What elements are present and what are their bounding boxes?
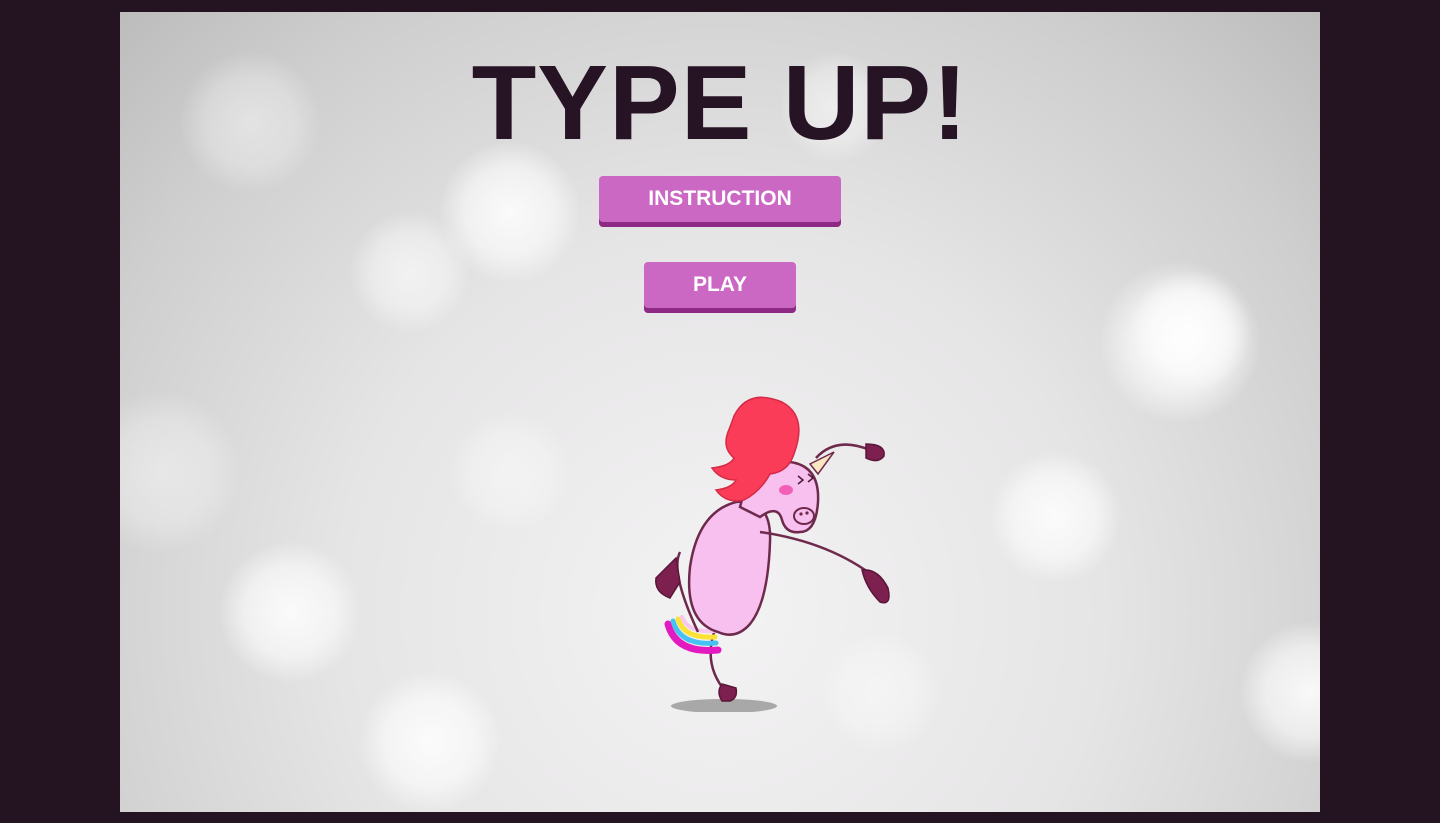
dancing-unicorn-illustration (655, 396, 890, 712)
game-title: TYPE UP! (471, 44, 969, 162)
instruction-button[interactable]: INSTRUCTION (599, 176, 841, 222)
game-canvas: TYPE UP! INSTRUCTION PLAY (120, 12, 1320, 812)
play-button[interactable]: PLAY (644, 262, 796, 308)
